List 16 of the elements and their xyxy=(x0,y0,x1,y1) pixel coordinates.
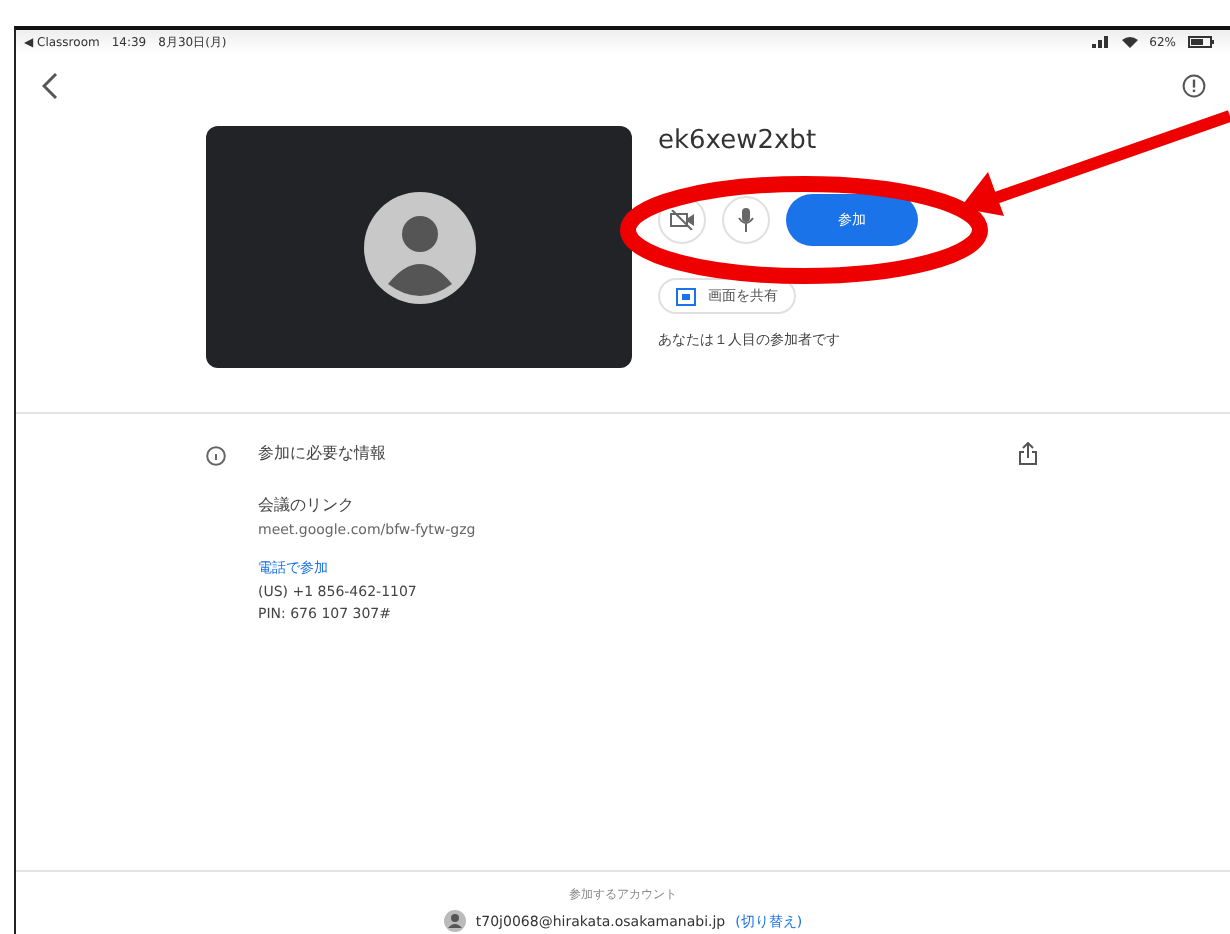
screen-share-icon xyxy=(676,287,696,305)
wifi-icon xyxy=(1121,36,1138,48)
link-label: 会議のリンク xyxy=(258,494,356,516)
microphone-icon xyxy=(738,208,754,232)
back-icon[interactable] xyxy=(42,72,58,100)
signal-icon xyxy=(1091,36,1110,48)
microphone-button[interactable] xyxy=(722,196,770,244)
share-icon[interactable] xyxy=(1018,442,1038,466)
meeting-code: ek6xew2xbt xyxy=(658,126,819,160)
info-heading: 参加に必要な情報 xyxy=(258,442,388,466)
info-icon xyxy=(206,446,226,466)
info-icon[interactable] xyxy=(1182,74,1206,98)
avatar-icon xyxy=(363,191,475,303)
battery-icon xyxy=(1188,36,1214,48)
camera-off-icon xyxy=(670,210,694,230)
account-avatar-icon xyxy=(443,910,466,932)
